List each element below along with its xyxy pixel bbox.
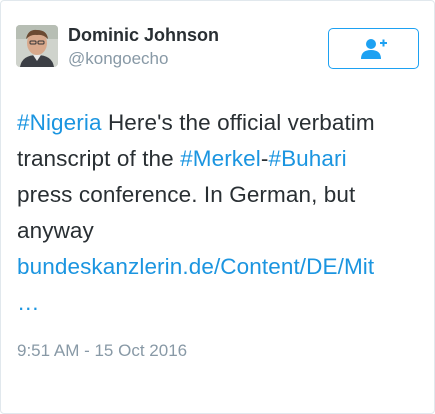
url-link-ellipsis[interactable]: … bbox=[17, 290, 40, 315]
hashtag-link[interactable]: #Nigeria bbox=[17, 110, 102, 135]
avatar[interactable] bbox=[16, 25, 58, 67]
author-name[interactable]: Dominic Johnson bbox=[68, 25, 219, 46]
url-link[interactable]: bundeskanzlerin.de/Content/DE/Mit bbox=[17, 254, 374, 279]
tweet-text-segment: anyway bbox=[17, 218, 94, 243]
tweet-timestamp[interactable]: 9:51 AM - 15 Oct 2016 bbox=[17, 341, 187, 361]
avatar-photo bbox=[16, 25, 58, 67]
add-user-icon bbox=[360, 38, 387, 59]
tweet-text-segment: press conference. In German, but bbox=[17, 182, 356, 207]
tweet-text-segment: transcript of the bbox=[17, 146, 181, 171]
follow-button[interactable] bbox=[328, 28, 419, 69]
tweet-text-segment: Here's the official verbatim bbox=[101, 110, 375, 135]
hashtag-link[interactable]: #Merkel bbox=[180, 146, 261, 171]
author-handle[interactable]: @kongoecho bbox=[68, 49, 168, 69]
tweet-card: Dominic Johnson @kongoecho #Nigeria Here… bbox=[0, 0, 435, 414]
tweet-text: #Nigeria Here's the official verbatim tr… bbox=[17, 105, 421, 321]
hashtag-link[interactable]: #Buhari bbox=[268, 146, 346, 171]
